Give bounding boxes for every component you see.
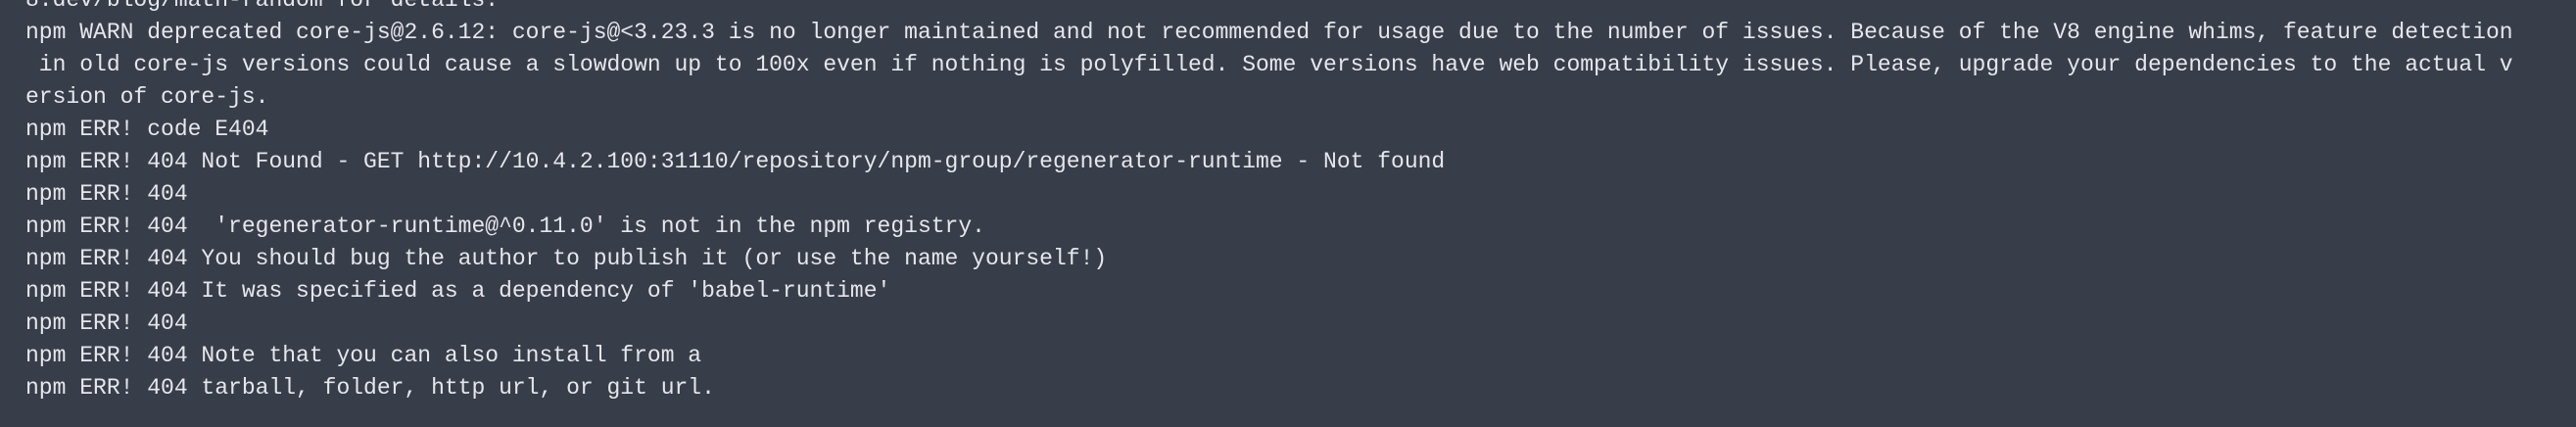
terminal-line: npm ERR! 404 tarball, folder, http url, …: [25, 375, 715, 401]
terminal-line: 8.dev/blog/math-random for details.: [25, 0, 500, 13]
terminal-line: npm ERR! 404 You should bug the author t…: [25, 246, 1108, 271]
terminal-line: npm ERR! 404 Note that you can also inst…: [25, 343, 702, 368]
terminal-line: npm ERR! 404 Not Found - GET http://10.4…: [25, 149, 1446, 174]
terminal-line: npm ERR! code E404: [25, 117, 269, 142]
terminal-line: npm ERR! 404: [25, 310, 188, 336]
terminal-line: in old core-js versions could cause a sl…: [25, 52, 2513, 77]
terminal-output[interactable]: 8.dev/blog/math-random for details. npm …: [0, 0, 2576, 427]
terminal-line: ersion of core-js.: [25, 84, 269, 110]
terminal-line: npm ERR! 404 It was specified as a depen…: [25, 278, 891, 304]
terminal-line: npm WARN deprecated core-js@2.6.12: core…: [25, 20, 2513, 45]
terminal-lines: 8.dev/blog/math-random for details. npm …: [25, 0, 2576, 404]
terminal-line: npm ERR! 404: [25, 181, 188, 207]
terminal-line: npm ERR! 404 'regenerator-runtime@^0.11.…: [25, 214, 985, 239]
